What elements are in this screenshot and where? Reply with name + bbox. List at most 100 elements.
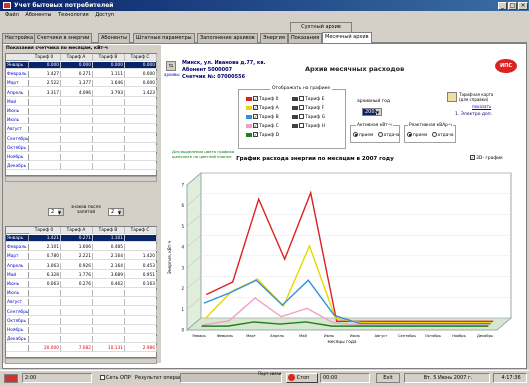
table-cell[interactable] bbox=[125, 299, 157, 307]
maximize-icon[interactable]: □ bbox=[508, 2, 517, 10]
color-swatch-icon[interactable] bbox=[292, 114, 298, 119]
table-cell[interactable] bbox=[125, 244, 157, 252]
table-cell[interactable]: 6.328 bbox=[29, 271, 61, 279]
table-cell[interactable] bbox=[93, 144, 125, 152]
month-label[interactable]: Июль bbox=[6, 290, 29, 298]
table-cell[interactable]: 3.317 bbox=[29, 89, 61, 97]
tab-energy[interactable]: Энергия bbox=[260, 33, 288, 43]
legend-item-tariff-1[interactable]: ✓ Тариф А bbox=[246, 105, 279, 112]
table-cell[interactable] bbox=[61, 154, 93, 161]
table-cell[interactable] bbox=[125, 154, 157, 161]
month-label[interactable]: Май bbox=[6, 271, 29, 279]
table-cell[interactable]: 3.063 bbox=[29, 262, 61, 270]
month-label[interactable]: Июнь bbox=[6, 108, 29, 115]
month-label[interactable]: Апрель bbox=[6, 89, 29, 97]
table-cell[interactable]: 0.000 bbox=[29, 62, 61, 69]
legend-item-tariff-6[interactable]: Тариф F bbox=[292, 105, 324, 112]
exit-button[interactable]: Exit bbox=[376, 373, 400, 383]
table-cell[interactable]: 1.111 bbox=[93, 71, 125, 79]
readings-scrollbar[interactable] bbox=[5, 176, 157, 182]
archive-icon[interactable]: ⇆ bbox=[166, 61, 176, 71]
tab-monthly-archive[interactable]: Месячный архив bbox=[322, 32, 372, 43]
month-label[interactable]: Май bbox=[6, 98, 29, 106]
month-label[interactable]: Июль bbox=[6, 117, 29, 125]
table-cell[interactable] bbox=[61, 299, 93, 307]
table-cell[interactable] bbox=[29, 308, 61, 316]
legend-item-tariff-8[interactable]: Тариф Н bbox=[292, 123, 325, 130]
tab-subscribers[interactable]: Абоненты bbox=[98, 33, 131, 43]
table-cell[interactable]: 1.776 bbox=[61, 271, 93, 279]
table-cell[interactable] bbox=[29, 144, 61, 152]
table-cell[interactable]: 0.000 bbox=[125, 80, 157, 88]
table-cell[interactable] bbox=[93, 108, 125, 115]
month-label[interactable]: Март bbox=[6, 253, 29, 261]
month-label[interactable]: Октябрь bbox=[6, 144, 29, 152]
month-label[interactable]: Август bbox=[6, 126, 29, 134]
table-cell[interactable] bbox=[125, 235, 157, 242]
menu-access[interactable]: Доступ bbox=[95, 12, 114, 18]
tab-readings[interactable]: Показания bbox=[288, 33, 323, 43]
month-label[interactable]: Ноябрь bbox=[6, 154, 29, 161]
table-cell[interactable]: 0.000 bbox=[125, 62, 157, 69]
table-cell[interactable] bbox=[93, 98, 125, 106]
menu-technology[interactable]: Технология bbox=[58, 12, 89, 18]
legend-checkbox[interactable] bbox=[299, 96, 304, 101]
table-cell[interactable] bbox=[29, 327, 61, 334]
table-cell[interactable]: 2.164 bbox=[93, 253, 125, 261]
table-cell[interactable]: 0.453 bbox=[125, 262, 157, 270]
tab-meters[interactable]: Счетчики в энергии bbox=[34, 33, 93, 43]
month-label[interactable]: Ноябрь bbox=[6, 327, 29, 334]
table-cell[interactable] bbox=[61, 336, 93, 344]
table-cell[interactable] bbox=[125, 126, 157, 134]
color-swatch-icon[interactable] bbox=[246, 114, 252, 119]
table-cell[interactable] bbox=[93, 290, 125, 298]
month-label[interactable]: Сентябрь bbox=[6, 135, 29, 143]
legend-checkbox[interactable] bbox=[299, 123, 304, 128]
table-cell[interactable] bbox=[93, 126, 125, 134]
legend-checkbox[interactable] bbox=[299, 114, 304, 119]
table-cell[interactable]: 1.420 bbox=[125, 253, 157, 261]
table-cell[interactable] bbox=[29, 126, 61, 134]
table-cell[interactable]: 0.063 bbox=[29, 281, 61, 288]
table-cell[interactable]: 1.421 bbox=[29, 235, 61, 242]
color-swatch-icon[interactable] bbox=[246, 96, 252, 101]
table-cell[interactable]: 2.164 bbox=[93, 262, 125, 270]
digits-right-select[interactable]: 2 ▼ bbox=[108, 208, 124, 216]
legend-item-tariff-7[interactable]: Тариф G bbox=[292, 114, 325, 121]
table-cell[interactable]: 0.951 bbox=[125, 271, 157, 279]
legend-item-tariff-4[interactable]: ✓ Тариф D bbox=[246, 132, 279, 139]
month-label[interactable]: Октябрь bbox=[6, 317, 29, 325]
table-cell[interactable] bbox=[125, 317, 157, 325]
menu-file[interactable]: Файл bbox=[5, 12, 19, 18]
table-cell[interactable]: 1.606 bbox=[61, 244, 93, 252]
table-cell[interactable] bbox=[125, 163, 157, 171]
table-cell[interactable] bbox=[29, 98, 61, 106]
table-cell[interactable]: 1.101 bbox=[93, 235, 125, 242]
month-label[interactable]: Июнь bbox=[6, 281, 29, 288]
color-swatch-icon[interactable] bbox=[292, 105, 298, 110]
table-cell[interactable]: 2.221 bbox=[61, 253, 93, 261]
legend-checkbox[interactable]: ✓ bbox=[253, 132, 258, 137]
table-cell[interactable] bbox=[125, 117, 157, 125]
table-cell[interactable] bbox=[61, 290, 93, 298]
table-cell[interactable] bbox=[93, 117, 125, 125]
color-swatch-icon[interactable] bbox=[246, 123, 252, 128]
color-swatch-icon[interactable] bbox=[292, 123, 298, 128]
month-label[interactable]: Январь bbox=[6, 62, 29, 69]
table-cell[interactable] bbox=[125, 308, 157, 316]
table-cell[interactable] bbox=[125, 327, 157, 334]
table-cell[interactable]: 0.276 bbox=[61, 281, 93, 288]
table-cell[interactable]: 2.522 bbox=[29, 80, 61, 88]
legend-checkbox[interactable]: ✓ bbox=[253, 96, 258, 101]
readings-table[interactable]: Тариф 0 Тариф А Тариф В Тариф С Январь 0.000 0… bbox=[5, 53, 157, 176]
table-cell[interactable] bbox=[29, 163, 61, 171]
table-cell[interactable] bbox=[61, 117, 93, 125]
table-cell[interactable]: 1.646 bbox=[93, 80, 125, 88]
table-cell[interactable] bbox=[93, 135, 125, 143]
table-cell[interactable] bbox=[29, 135, 61, 143]
archive-button-label[interactable]: архивы bbox=[164, 72, 179, 77]
tab-fill-archives[interactable]: Заполнение архивов bbox=[197, 33, 258, 43]
table-cell[interactable] bbox=[29, 108, 61, 115]
month-label[interactable]: Январь bbox=[6, 235, 29, 242]
tariff-card-show-link[interactable]: показать bbox=[472, 104, 491, 109]
